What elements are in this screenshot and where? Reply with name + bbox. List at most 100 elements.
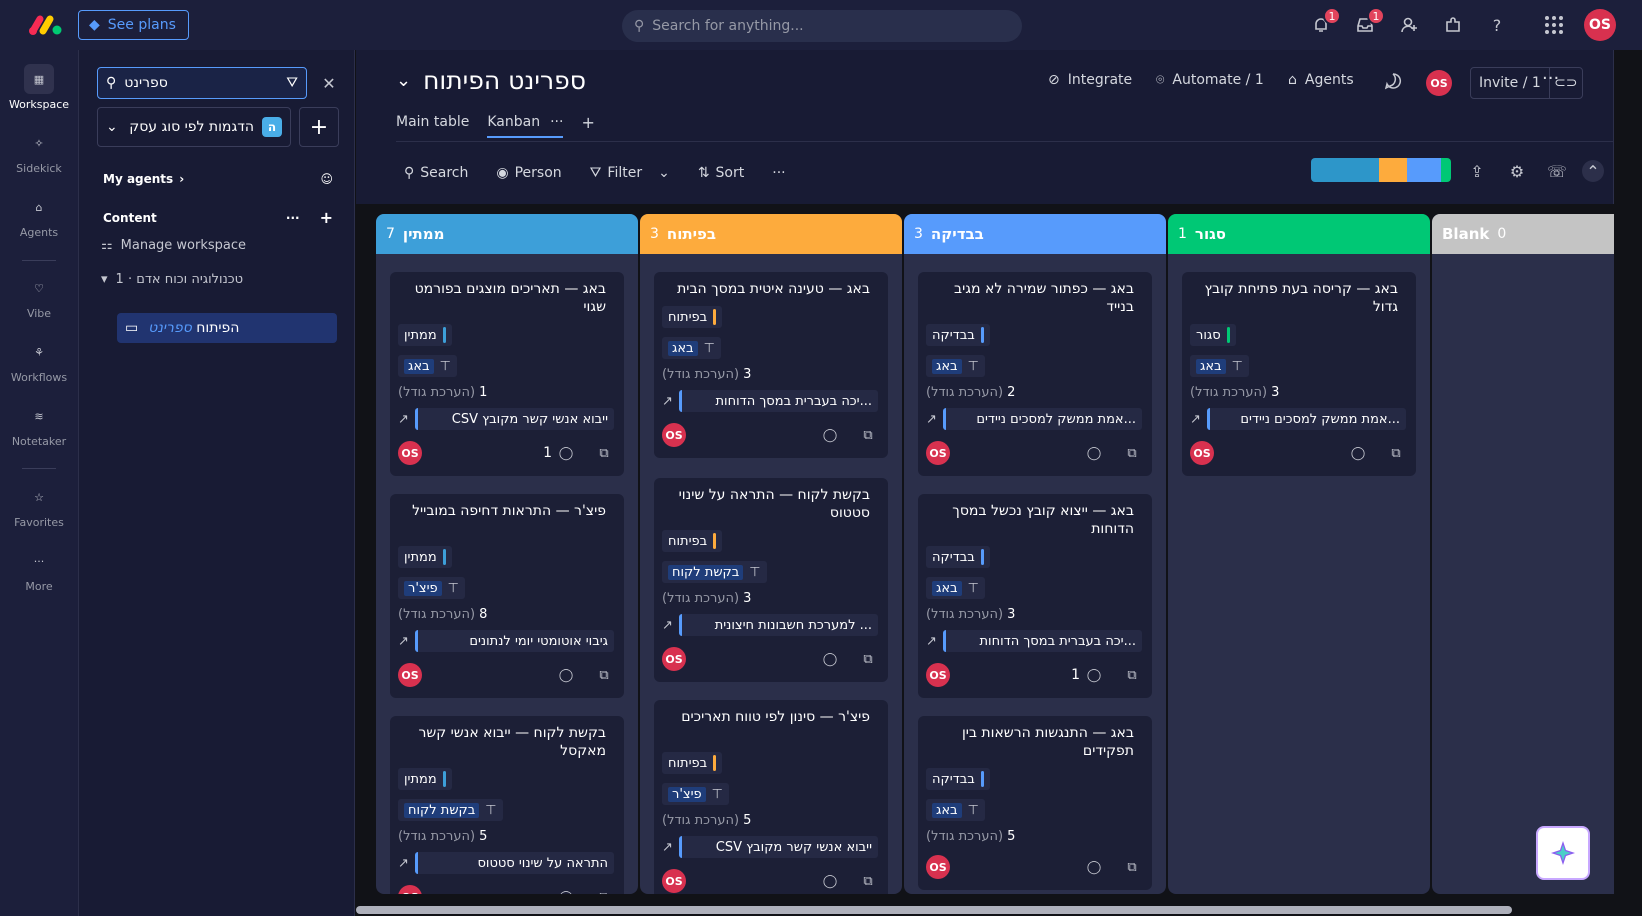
status-pill[interactable]: בבדיקה — [926, 768, 990, 790]
kanban-card[interactable]: באג — טעינה איטית במסך הבית בפיתוח ⊤ באג 3 (ה… — [654, 272, 888, 458]
subitems-icon[interactable]: ⧉ — [858, 871, 878, 891]
size-estimate[interactable]: 5 (הערכת גודל) — [662, 813, 751, 828]
plus-icon[interactable]: + — [320, 208, 333, 227]
automate-button[interactable]: ⌾ Automate / 1 — [1156, 72, 1264, 88]
comment-icon[interactable]: ◯ — [1084, 857, 1104, 877]
column-header[interactable]: בפיתוח 3 — [640, 214, 902, 254]
add-view-icon[interactable]: + — [581, 113, 594, 132]
column-header[interactable]: סגור 1 — [1168, 214, 1430, 254]
feedback-icon[interactable]: ☏ — [1546, 160, 1568, 182]
kanban-card[interactable]: באג — תאריכים מוצגים בפורמט שגוי ממתין ⊤ בא… — [390, 272, 624, 476]
kanban-card[interactable]: בקשת לקוח — ייבוא אנשי קשר מאקסל ממתין ⊤ בק… — [390, 716, 624, 894]
kanban-card[interactable]: באג — קריסה בעת פתיחת קובץ גדול סגור ⊤ באג 3… — [1182, 272, 1416, 476]
type-pill[interactable]: ⊤ באג — [1190, 355, 1249, 377]
type-pill[interactable]: ⊤ בקשת לקוח — [398, 799, 503, 821]
person-button[interactable]: ◉ Person — [496, 165, 561, 181]
board-title[interactable]: ספרינט הפיתוח ⌄ — [396, 66, 586, 95]
size-estimate[interactable]: 3 (הערכת גודל) — [926, 607, 1015, 622]
status-pill[interactable]: ממתין — [398, 324, 452, 346]
status-color-strip[interactable] — [1311, 158, 1451, 182]
card-owner-avatar[interactable]: OS — [926, 663, 950, 687]
add-button[interactable]: + — [299, 107, 339, 147]
size-estimate[interactable]: 3 (הערכת גודל) — [662, 591, 751, 606]
card-owner-avatar[interactable]: OS — [926, 441, 950, 465]
subitems-icon[interactable]: ⧉ — [1122, 665, 1142, 685]
comment-icon[interactable]: ◯ — [556, 887, 576, 895]
column-header[interactable]: בבדיקה 3 — [904, 214, 1166, 254]
linked-item[interactable]: ↗ התראה על שינוי סטטוס — [398, 852, 614, 874]
more-icon[interactable]: ··· — [286, 211, 300, 225]
sort-button[interactable]: ⇅ Sort — [698, 165, 744, 181]
status-pill[interactable]: סגור — [1190, 324, 1236, 346]
subitems-icon[interactable]: ⧉ — [858, 425, 878, 445]
kanban-card[interactable]: באג — ייצוא קובץ נכשל במסך הדוחות בבדיקה ⊤… — [918, 494, 1152, 698]
comment-icon[interactable]: ◯ — [1084, 443, 1104, 463]
size-estimate[interactable]: 5 (הערכת גודל) — [398, 829, 487, 844]
settings-gear-icon[interactable]: ⚙ — [1506, 160, 1528, 182]
kanban-card[interactable]: בקשת לקוח — התראה על שינוי סטטוס בפיתוח ⊤ ב… — [654, 478, 888, 682]
subitems-icon[interactable]: ⧉ — [1386, 443, 1406, 463]
subitems-icon[interactable]: ⧉ — [594, 887, 614, 895]
subitems-icon[interactable]: ⧉ — [594, 443, 614, 463]
invite-members-icon[interactable] — [1397, 13, 1421, 37]
kanban-card[interactable]: פיצ'ר — סינון לפי טווח תאריכים בפיתוח ⊤ פיצ… — [654, 700, 888, 894]
status-pill[interactable]: ממתין — [398, 768, 452, 790]
tab-more-icon[interactable]: ··· — [550, 114, 563, 130]
tab-main-table[interactable]: Main table — [396, 114, 469, 130]
workspace-search-input[interactable]: ⚲ ספרינט ⛛ — [97, 67, 307, 99]
horizontal-scrollbar[interactable] — [356, 904, 1614, 914]
status-pill[interactable]: בבדיקה — [926, 324, 990, 346]
status-pill[interactable]: בבדיקה — [926, 546, 990, 568]
rail-item-notetaker[interactable]: ≋ Notetaker — [0, 401, 78, 449]
card-owner-avatar[interactable]: OS — [662, 647, 686, 671]
comment-icon[interactable]: ◯ — [556, 443, 576, 463]
rail-item-vibe[interactable]: ♡ Vibe — [0, 273, 78, 321]
type-pill[interactable]: ⊤ באג — [662, 337, 721, 359]
linked-item[interactable]: ↗ ...יכה בעברית במסך הדוחות — [662, 390, 878, 412]
card-owner-avatar[interactable]: OS — [662, 869, 686, 893]
rail-item-sidekick[interactable]: ✧ Sidekick — [0, 128, 78, 176]
column-header[interactable]: ממתין 7 — [376, 214, 638, 254]
linked-item[interactable]: ↗ ייבוא אנשי קשר מקובץ CSV — [662, 836, 878, 858]
see-plans-button[interactable]: ◆ See plans — [78, 10, 189, 40]
column-header[interactable]: Blank 0 — [1432, 214, 1614, 254]
linked-item[interactable]: ↗ ...אמת ממשק למסכים ניידים — [926, 408, 1142, 430]
app-switcher-grid-icon[interactable] — [1542, 13, 1566, 37]
export-icon[interactable]: ⇪ — [1466, 160, 1488, 182]
type-pill[interactable]: ⊤ באג — [398, 355, 457, 377]
board-user-avatar[interactable]: OS — [1426, 70, 1452, 96]
user-avatar[interactable]: OS — [1584, 9, 1616, 41]
linked-item[interactable]: ↗ ייבוא אנשי קשר מקובץ CSV — [398, 408, 614, 430]
size-estimate[interactable]: 1 (הערכת גודל) — [398, 385, 487, 400]
status-pill[interactable]: בפיתוח — [662, 530, 723, 552]
close-search-icon[interactable]: ✕ — [316, 70, 342, 96]
type-pill[interactable]: ⊤ באג — [926, 355, 985, 377]
toolbar-more-icon[interactable]: ··· — [772, 165, 785, 181]
kanban-card[interactable]: פיצ'ר — התראות דחיפה במובייל ממתין ⊤ פיצ'ר 8… — [390, 494, 624, 698]
size-estimate[interactable]: 5 (הערכת גודל) — [926, 829, 1015, 844]
card-owner-avatar[interactable]: OS — [398, 663, 422, 687]
size-estimate[interactable]: 3 (הערכת גודל) — [662, 367, 751, 382]
comment-icon[interactable]: ◯ — [820, 871, 840, 891]
size-estimate[interactable]: 8 (הערכת גודל) — [398, 607, 487, 622]
scrollbar-thumb[interactable] — [356, 906, 1512, 914]
size-estimate[interactable]: 3 (הערכת גודל) — [1190, 385, 1279, 400]
comment-icon[interactable]: ◯ — [1084, 665, 1104, 685]
ai-assistant-fab[interactable] — [1536, 826, 1590, 880]
linked-item[interactable]: ↗ ...יכה בעברית במסך הדוחות — [926, 630, 1142, 652]
rail-item-workflows[interactable]: ⚘ Workflows — [0, 337, 78, 385]
type-pill[interactable]: ⊤ בקשת לקוח — [662, 561, 767, 583]
rail-item-more[interactable]: ··· More — [0, 546, 78, 594]
rail-item-workspace[interactable]: ▦ Workspace — [0, 64, 78, 111]
status-pill[interactable]: ממתין — [398, 546, 452, 568]
size-estimate[interactable]: 2 (הערכת גודל) — [926, 385, 1015, 400]
subitems-icon[interactable]: ⧉ — [1122, 443, 1142, 463]
filter-icon[interactable]: ⛛ — [286, 75, 298, 91]
comment-icon[interactable]: ◯ — [820, 425, 840, 445]
help-icon[interactable]: ? — [1485, 13, 1509, 37]
collapse-chevron-icon[interactable]: ⌃ — [1582, 160, 1604, 182]
invite-button[interactable]: Invite / 1 ⊂⊃ — [1470, 67, 1583, 99]
inbox-icon[interactable]: 1 — [1353, 7, 1385, 37]
workspace-selector[interactable]: ה הדגמות לפי סוג עסק ⌄ — [97, 107, 291, 147]
updates-chat-icon[interactable] — [1384, 72, 1402, 90]
